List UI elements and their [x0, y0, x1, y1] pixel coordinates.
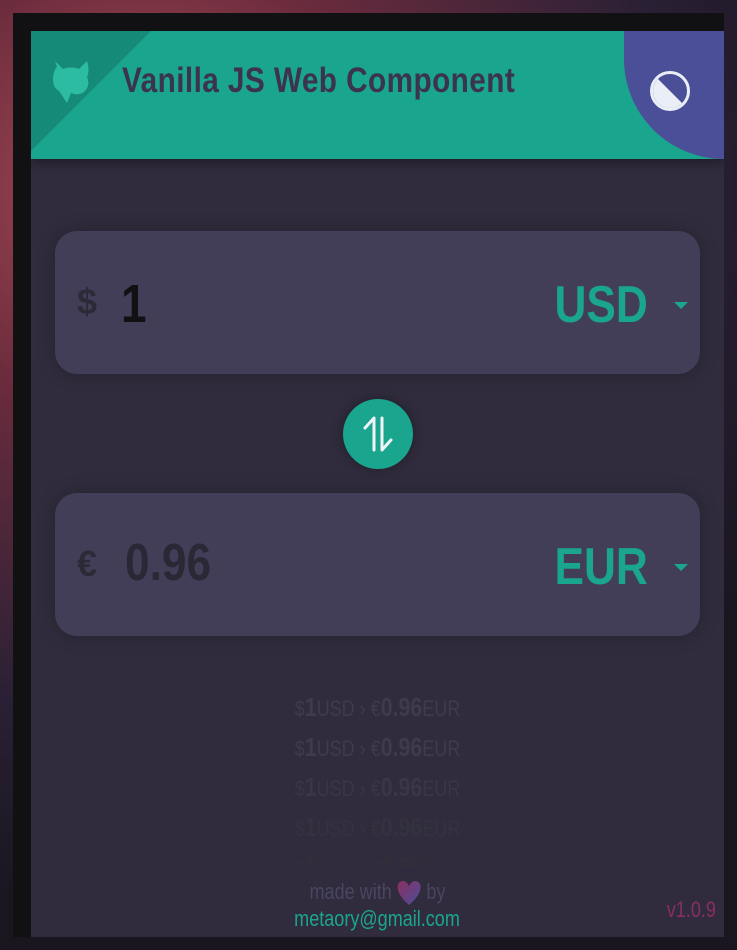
- made-with-text: made with: [309, 879, 392, 904]
- from-currency-code: USD: [554, 276, 648, 334]
- to-currency-select[interactable]: EUR: [538, 531, 688, 601]
- theme-toggle-button[interactable]: [624, 31, 724, 159]
- swap-arrows-icon: [363, 416, 393, 452]
- made-with-line: made with by: [93, 879, 661, 906]
- header: Vanilla JS Web Component: [31, 31, 724, 159]
- conversion-history: $1USD › €0.96EUR $1USD › €0.96EUR $1USD …: [31, 687, 724, 867]
- swap-button[interactable]: [343, 399, 413, 469]
- to-currency-symbol: €: [77, 543, 98, 584]
- from-currency-symbol: $: [77, 281, 98, 322]
- email-link[interactable]: metaory@gmail.com: [295, 906, 461, 932]
- to-amount-output: 0.96: [125, 534, 212, 592]
- history-row[interactable]: $1USD › €0.96EUR: [93, 807, 661, 847]
- github-octocat-icon[interactable]: [45, 51, 97, 103]
- footer: made with by metaory@gmail.com: [31, 879, 724, 932]
- history-row[interactable]: $1USD › €0.96EUR: [93, 687, 661, 727]
- to-currency-code: EUR: [554, 538, 648, 596]
- history-row[interactable]: $1USD › €0.96EUR: [93, 727, 661, 767]
- from-amount-input[interactable]: [121, 269, 444, 339]
- widget-frame: Vanilla JS Web Component $ USD € 0.9: [13, 13, 724, 937]
- history-row[interactable]: $1USD › €0.96EUR: [93, 767, 661, 807]
- history-row[interactable]: $1USD › €0.96EUR: [93, 847, 661, 867]
- chevron-down-icon: [674, 302, 688, 309]
- from-currency-select[interactable]: USD: [538, 269, 688, 339]
- to-field: € 0.96 EUR: [55, 493, 700, 636]
- chevron-down-icon: [674, 564, 688, 571]
- heart-icon: [397, 881, 421, 906]
- version-label: v1.0.9: [666, 897, 716, 922]
- converter-card: Vanilla JS Web Component $ USD € 0.9: [31, 31, 724, 937]
- app-title: Vanilla JS Web Component: [122, 61, 516, 100]
- from-field: $ USD: [55, 231, 700, 374]
- by-text: by: [426, 879, 446, 904]
- contrast-icon: [650, 71, 690, 111]
